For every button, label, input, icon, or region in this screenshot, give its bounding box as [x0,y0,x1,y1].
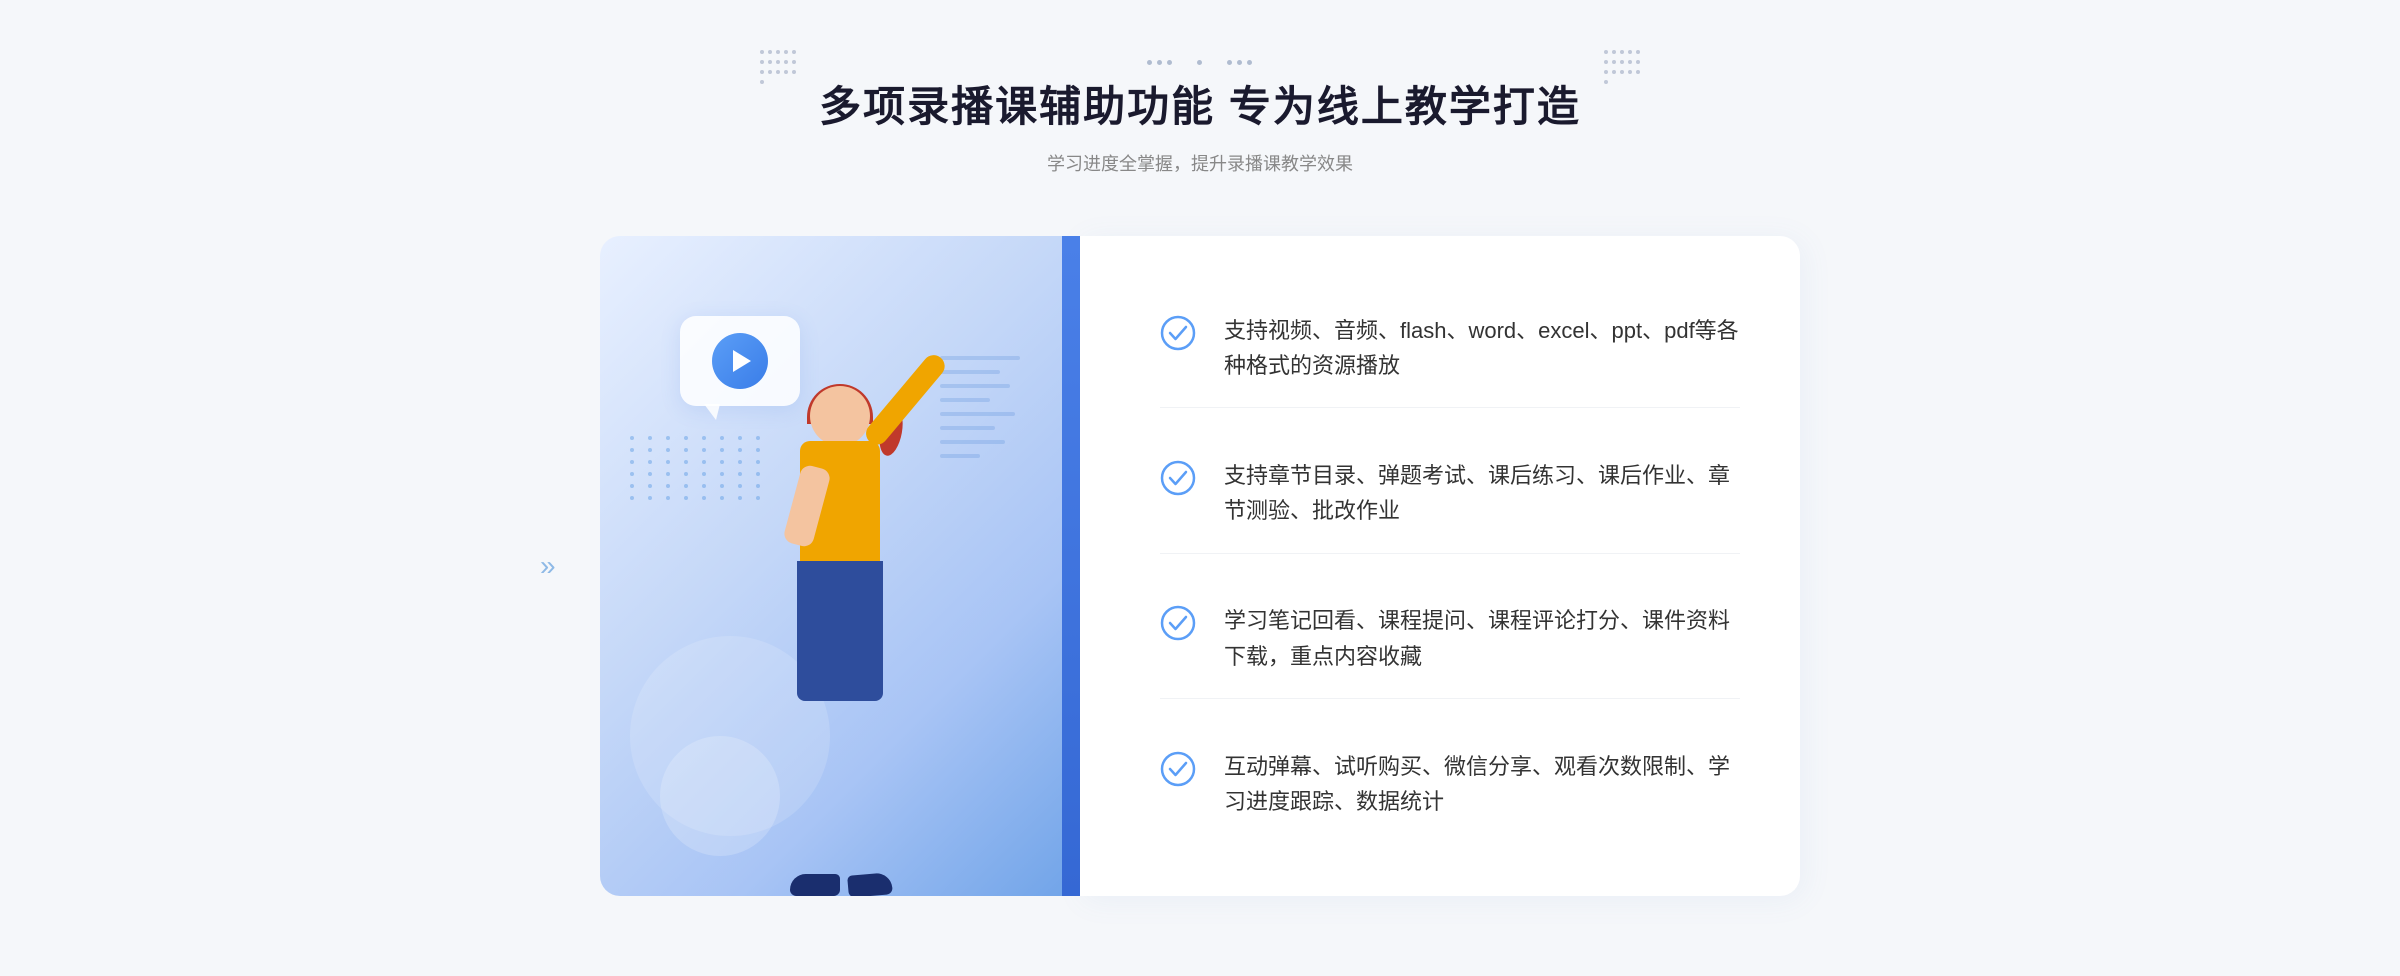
check-circle-icon-1 [1160,315,1196,351]
person-head [810,386,870,446]
feature-text-1: 支持视频、音频、flash、word、excel、ppt、pdf等各种格式的资源… [1224,313,1740,383]
feature-item-3: 学习笔记回看、课程提问、课程评论打分、课件资料下载，重点内容收藏 [1160,579,1740,698]
feature-text-2: 支持章节目录、弹题考试、课后练习、课后作业、章节测验、批改作业 [1224,458,1740,528]
person-illustration [710,376,970,896]
feature-item-1: 支持视频、音频、flash、word、excel、ppt、pdf等各种格式的资源… [1160,289,1740,408]
feature-text-4: 互动弹幕、试听购买、微信分享、观看次数限制、学习进度跟踪、数据统计 [1224,749,1740,819]
header-dots-decoration [819,60,1581,65]
decorative-dots-left [760,50,796,86]
person-arm-right [862,351,950,449]
illustration-panel [600,236,1080,896]
check-circle-icon-3 [1160,605,1196,641]
feature-text-3: 学习笔记回看、课程提问、课程评论打分、课件资料下载，重点内容收藏 [1224,603,1740,673]
decorative-dots-right [1604,50,1640,86]
section-header: 多项录播课辅助功能 专为线上教学打造 学习进度全掌握，提升录播课教学效果 [819,60,1581,176]
blue-accent-bar [1062,236,1080,896]
page-subtitle: 学习进度全掌握，提升录播课教学效果 [819,150,1581,176]
feature-item-4: 互动弹幕、试听购买、微信分享、观看次数限制、学习进度跟踪、数据统计 [1160,725,1740,843]
page-title: 多项录播课辅助功能 专为线上教学打造 [819,73,1581,134]
check-circle-icon-4 [1160,751,1196,787]
check-circle-icon-2 [1160,460,1196,496]
page-wrapper: 多项录播课辅助功能 专为线上教学打造 学习进度全掌握，提升录播课教学效果 » [0,0,2400,976]
person-pants [797,561,883,701]
chevron-right-icon: » [540,550,556,582]
play-triangle [733,350,751,372]
feature-item-2: 支持章节目录、弹题考试、课后练习、课后作业、章节测验、批改作业 [1160,434,1740,553]
content-area: » [600,236,1800,896]
person-shoe-right [847,872,893,896]
person-shoe-left [790,874,840,896]
side-arrows-decoration: » [540,550,556,582]
features-panel: 支持视频、音频、flash、word、excel、ppt、pdf等各种格式的资源… [1080,236,1800,896]
